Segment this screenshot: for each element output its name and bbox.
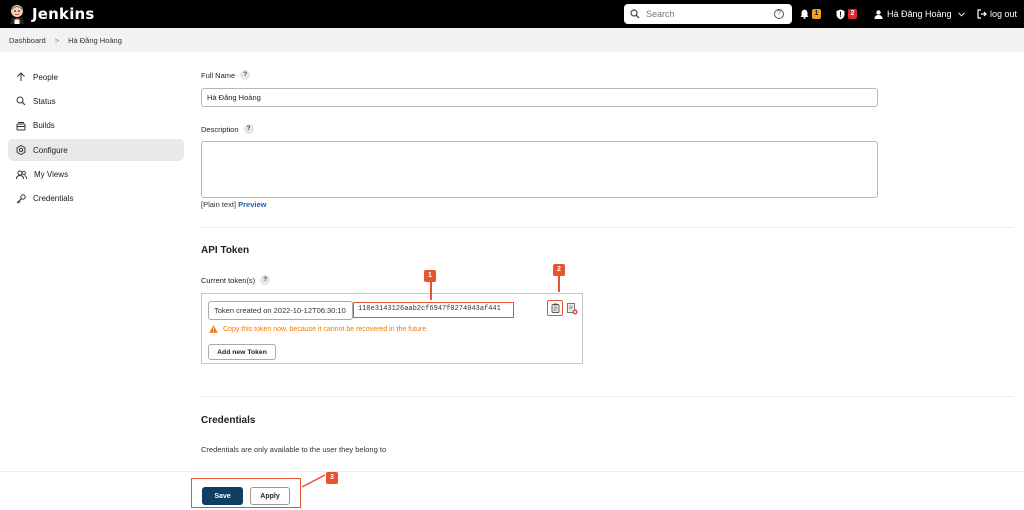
description-textarea[interactable]	[201, 141, 878, 198]
callout-2: 2	[553, 264, 565, 276]
description-format-row: [Plain text] Preview	[201, 200, 266, 209]
sidebar-item-credentials[interactable]: Credentials	[8, 188, 184, 210]
full-name-label: Full Name ?	[201, 70, 251, 80]
sidebar-item-my-views[interactable]: My Views	[8, 164, 184, 186]
top-header: Jenkins ? 1 2 Hà Đăng Hoàng log out	[0, 0, 1024, 28]
full-name-label-text: Full Name	[201, 70, 236, 80]
add-new-token-button[interactable]: Add new Token	[208, 344, 276, 360]
notifications-button[interactable]: 1	[800, 0, 821, 28]
sidebar-item-builds[interactable]: Builds	[8, 115, 184, 137]
current-tokens-label-text: Current token(s)	[201, 275, 256, 285]
copy-token-button[interactable]	[547, 300, 563, 316]
jenkins-butler-icon	[10, 5, 24, 24]
token-value-field[interactable]: 110e3143126aab2cf6947f0274043af441	[353, 302, 514, 318]
search-help-icon[interactable]: ?	[774, 9, 784, 19]
logout-icon	[977, 9, 987, 19]
search-box[interactable]: ?	[624, 4, 792, 24]
full-name-help-icon[interactable]: ?	[240, 70, 251, 80]
sidebar-item-status[interactable]: Status	[8, 90, 184, 112]
sidebar-item-label: Builds	[33, 121, 55, 131]
app-name: Jenkins	[32, 5, 95, 23]
sidebar-item-label: Credentials	[33, 194, 74, 204]
token-warning-text: Copy this token now, because it cannot b…	[223, 325, 429, 333]
key-icon	[16, 194, 26, 204]
callout-1: 1	[424, 270, 436, 282]
breadcrumb-dashboard[interactable]: Dashboard	[9, 36, 46, 45]
security-button[interactable]: 2	[836, 0, 857, 28]
description-label: Description ?	[201, 124, 254, 134]
logout-link[interactable]: log out	[977, 0, 1017, 28]
user-menu[interactable]: Hà Đăng Hoàng	[874, 0, 965, 28]
callout-2-line	[558, 275, 560, 292]
search-icon	[630, 9, 640, 19]
callout-1-line	[430, 282, 432, 300]
builds-icon	[16, 121, 26, 131]
notifications-badge: 1	[812, 9, 821, 19]
description-help-icon[interactable]: ?	[243, 124, 254, 134]
full-name-input[interactable]	[201, 88, 878, 107]
callout-3: 3	[326, 472, 338, 484]
token-name-field[interactable]: Token created on 2022-10-12T06:30:10	[208, 301, 353, 320]
breadcrumb-user[interactable]: Hà Đăng Hoàng	[68, 36, 122, 45]
breadcrumb: Dashboard > Hà Đăng Hoàng	[0, 28, 1024, 52]
logout-label: log out	[990, 9, 1018, 19]
callout-3-line	[301, 474, 326, 488]
sidebar-item-configure[interactable]: Configure	[8, 139, 184, 162]
warning-icon	[209, 325, 218, 333]
gear-icon	[16, 145, 26, 156]
search-icon	[16, 96, 26, 106]
token-warning: Copy this token now, because it cannot b…	[209, 325, 428, 333]
sidebar-item-label: Configure	[33, 145, 68, 155]
section-divider	[201, 396, 1014, 397]
clipboard-icon	[551, 303, 559, 313]
arrow-up-icon	[17, 72, 25, 81]
revoke-token-button[interactable]	[566, 302, 578, 315]
preview-link[interactable]: Preview	[238, 200, 266, 209]
sidebar-item-label: People	[33, 72, 58, 82]
save-button[interactable]: Save	[202, 487, 243, 505]
sidebar-item-people[interactable]: People	[8, 66, 184, 88]
current-tokens-label: Current token(s) ?	[201, 275, 271, 285]
sidebar: People Status Builds Configure My Views …	[8, 66, 184, 212]
token-list: Token created on 2022-10-12T06:30:10 110…	[201, 293, 583, 364]
section-divider	[201, 227, 1014, 228]
breadcrumb-separator: >	[54, 35, 60, 45]
jenkins-logo-link[interactable]: Jenkins	[8, 4, 95, 24]
credentials-title: Credentials	[201, 415, 256, 426]
plain-text-label: [Plain text]	[201, 200, 237, 209]
api-token-title: API Token	[201, 245, 250, 256]
description-label-text: Description	[201, 124, 239, 134]
apply-button[interactable]: Apply	[250, 487, 290, 505]
user-name: Hà Đăng Hoàng	[887, 9, 952, 19]
bottom-action-bar	[0, 471, 1024, 510]
shield-icon	[836, 9, 845, 19]
sidebar-item-label: My Views	[34, 170, 69, 180]
revoke-icon	[566, 302, 577, 314]
security-badge: 2	[848, 9, 857, 19]
sidebar-item-label: Status	[33, 96, 56, 106]
bell-icon	[800, 9, 809, 19]
people-icon	[16, 170, 27, 179]
credentials-note: Credentials are only available to the us…	[201, 445, 387, 454]
user-icon	[874, 9, 883, 19]
chevron-down-icon	[957, 11, 965, 17]
search-input[interactable]	[646, 9, 764, 19]
current-tokens-help-icon[interactable]: ?	[260, 275, 271, 285]
